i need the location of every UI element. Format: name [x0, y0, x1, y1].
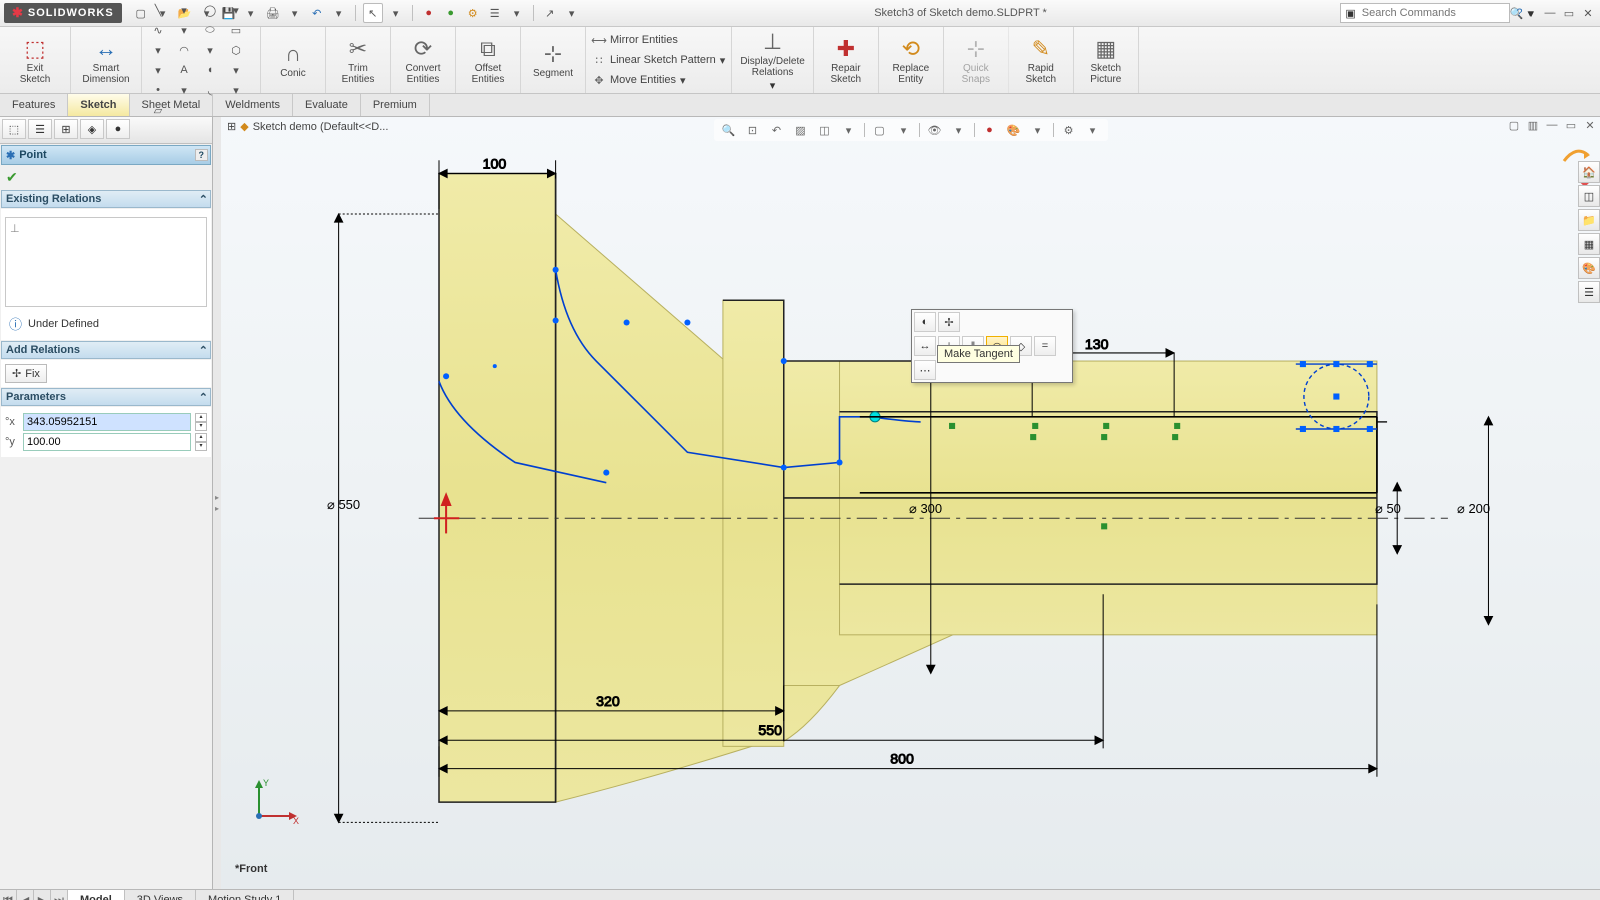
tooltip-make-tangent: Make Tangent: [937, 345, 1020, 363]
dim-d300[interactable]: ⌀ 300: [909, 501, 942, 517]
arc-icon[interactable]: ◠: [172, 41, 196, 59]
svg-text:800: 800: [890, 752, 914, 768]
circle-icon[interactable]: ◯: [198, 1, 222, 19]
feature-tabs: Features Sketch Sheet Metal Weldments Ev…: [0, 94, 1600, 117]
menu-icon[interactable]: ☰: [486, 4, 504, 22]
pm-tab-5[interactable]: ●: [106, 119, 130, 139]
ellipse-icon[interactable]: ⬭: [198, 21, 222, 39]
sketch-primitives: ╲▾ ◯▾ ∿▾ ⬭ ▭▾ ◠▾ ⬡▾ A ◖▾ •▾ ◟▾ ▱: [142, 27, 261, 93]
pm-tab-2[interactable]: ☰: [28, 119, 52, 139]
undo-icon[interactable]: ↶: [308, 4, 326, 22]
mirror-button[interactable]: ⟷Mirror Entities: [592, 30, 725, 50]
pm-tab-3[interactable]: ⊞: [54, 119, 78, 139]
tab-premium[interactable]: Premium: [361, 94, 430, 116]
svg-text:320: 320: [596, 694, 620, 710]
print-icon[interactable]: 🖨: [264, 4, 282, 22]
trim-button[interactable]: ✂TrimEntities: [326, 27, 391, 93]
polygon-icon[interactable]: ⬡: [224, 41, 248, 59]
dim-d200[interactable]: ⌀ 200: [1457, 501, 1490, 517]
ribbon-sketch: ⬚ExitSketch ↔SmartDimension ╲▾ ◯▾ ∿▾ ⬭ ▭…: [0, 27, 1600, 94]
rebuild-icon[interactable]: ●: [420, 4, 438, 22]
svg-text:130: 130: [1085, 337, 1109, 353]
line-icon[interactable]: ╲: [146, 1, 170, 19]
pm-tab-1[interactable]: ⬚: [2, 119, 26, 139]
pm-title: ✱Point?: [1, 145, 211, 165]
ctx-equal-icon[interactable]: =: [1034, 336, 1056, 356]
search-commands[interactable]: ▣ 🔍▾: [1340, 3, 1510, 23]
section-params[interactable]: Parameters⌃: [1, 388, 211, 406]
dim-d50[interactable]: ⌀ 50: [1375, 501, 1401, 517]
tab-motion[interactable]: Motion Study 1: [196, 890, 294, 900]
minimize-icon[interactable]: —: [1542, 5, 1558, 21]
quick-snaps-button: ⊹QuickSnaps: [944, 27, 1009, 93]
spline-icon[interactable]: ∿: [146, 21, 170, 39]
display-relations-button[interactable]: ⊥Display/DeleteRelations▾: [732, 27, 813, 93]
tab-evaluate[interactable]: Evaluate: [293, 94, 361, 116]
exit-sketch-button[interactable]: ⬚ExitSketch: [0, 27, 71, 93]
pm-tab-4[interactable]: ◈: [80, 119, 104, 139]
cursor-icon[interactable]: ↗: [541, 4, 559, 22]
document-title: Sketch3 of Sketch demo.SLDPRT *: [581, 7, 1341, 19]
svg-text:X: X: [293, 816, 299, 826]
ctx-horiz-icon[interactable]: ◐: [914, 312, 936, 332]
view-triad: Y X: [249, 776, 299, 829]
motion-tabs: ⏮◀▶⏭ Model 3D Views Motion Study 1: [0, 889, 1600, 900]
replace-entity-button[interactable]: ⟲ReplaceEntity: [879, 27, 944, 93]
graphics-area[interactable]: ⊞◆Sketch demo (Default<<D... 🔍 ⊡ ↶ ▨ ◫▾ …: [221, 117, 1600, 889]
ctx-more-icon[interactable]: ⋯: [914, 360, 936, 380]
existing-relations-box[interactable]: ⊥: [5, 217, 207, 307]
text-icon[interactable]: A: [172, 61, 196, 79]
svg-text:100: 100: [483, 156, 507, 172]
help-icon[interactable]: ?: [1516, 7, 1522, 19]
tab-model[interactable]: Model: [68, 890, 125, 900]
slot-icon[interactable]: ◖: [198, 61, 222, 79]
close-icon[interactable]: ✕: [1580, 5, 1596, 21]
panel-splitter[interactable]: ▸▸: [213, 117, 221, 889]
app-logo: ✱SOLIDWORKS: [4, 3, 122, 23]
traffic-icon[interactable]: ●: [442, 4, 460, 22]
select-icon[interactable]: ↖: [363, 3, 383, 23]
view-label: *Front: [235, 863, 267, 875]
restore-icon[interactable]: ▭: [1561, 5, 1577, 21]
rect-icon[interactable]: ▭: [224, 21, 248, 39]
smart-dimension-button[interactable]: ↔SmartDimension: [71, 27, 142, 93]
tab-weldments[interactable]: Weldments: [213, 94, 293, 116]
tab-3dviews[interactable]: 3D Views: [125, 890, 196, 900]
section-add[interactable]: Add Relations⌃: [1, 341, 211, 359]
move-button[interactable]: ✥Move Entities▾: [592, 70, 725, 90]
tab-features[interactable]: Features: [0, 94, 68, 116]
repair-sketch-button[interactable]: ✚RepairSketch: [814, 27, 879, 93]
conic-button[interactable]: ∩Conic: [261, 27, 326, 93]
property-manager: ⬚ ☰ ⊞ ◈ ● ✱Point? ✔ Existing Relations⌃ …: [0, 117, 213, 889]
sketch-picture-button[interactable]: ▦SketchPicture: [1074, 27, 1139, 93]
offset-button[interactable]: ⧉OffsetEntities: [456, 27, 521, 93]
ctx-dim-icon[interactable]: ↔: [914, 336, 936, 356]
help-button[interactable]: ?: [195, 149, 209, 161]
param-y-input[interactable]: [23, 433, 191, 451]
options-icon[interactable]: ⚙: [464, 4, 482, 22]
ctx-vert-icon[interactable]: ✢: [938, 312, 960, 332]
dim-d550[interactable]: ⌀ 550: [327, 497, 360, 513]
section-existing[interactable]: Existing Relations⌃: [1, 190, 211, 208]
param-x-input[interactable]: [23, 413, 191, 431]
search-target-icon: ▣: [1345, 7, 1355, 20]
convert-button[interactable]: ⟳ConvertEntities: [391, 27, 456, 93]
status-underdefined: ⓘUnder Defined: [5, 311, 207, 336]
svg-text:Y: Y: [263, 778, 269, 788]
segment-button[interactable]: ⊹Segment: [521, 27, 586, 93]
fix-button[interactable]: ✢Fix: [5, 364, 47, 383]
ok-icon[interactable]: ✔: [6, 169, 18, 185]
rapid-sketch-button[interactable]: ✎RapidSketch: [1009, 27, 1074, 93]
linear-pattern-button[interactable]: ∷Linear Sketch Pattern▾: [592, 50, 725, 70]
svg-text:550: 550: [758, 723, 782, 739]
search-input[interactable]: [1360, 6, 1506, 20]
tab-sheetmetal[interactable]: Sheet Metal: [130, 94, 214, 116]
tab-sketch[interactable]: Sketch: [68, 94, 129, 116]
